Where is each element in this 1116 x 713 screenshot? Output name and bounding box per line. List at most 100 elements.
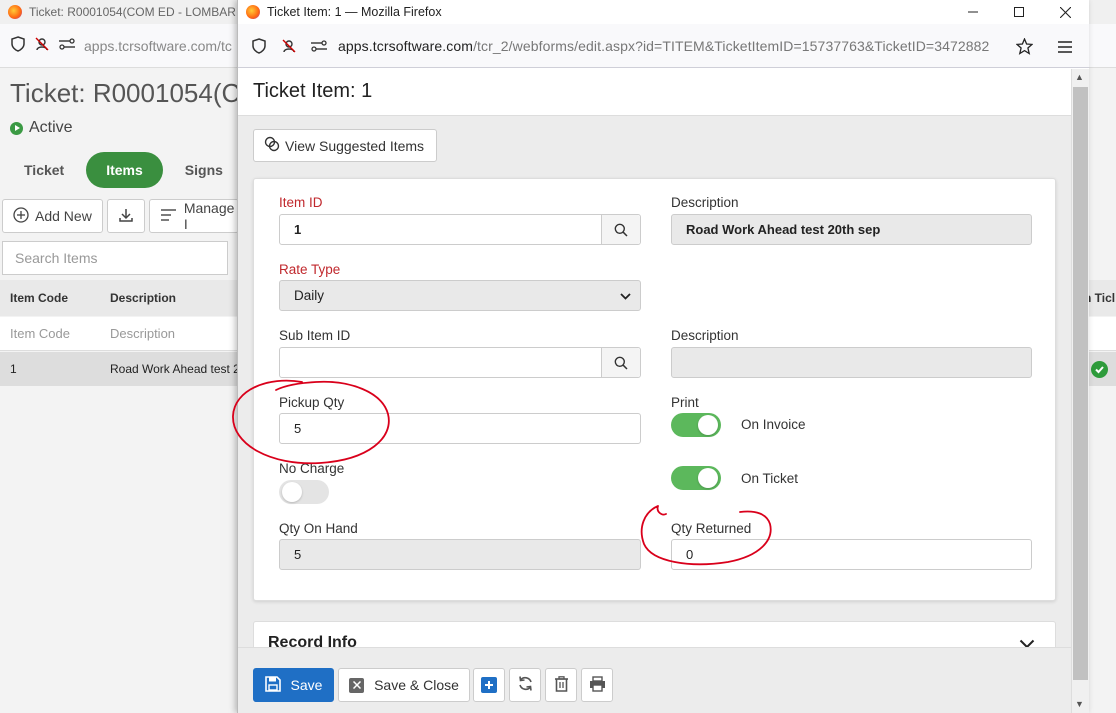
qty-returned-field[interactable]: 0	[671, 539, 1032, 570]
scroll-down-icon[interactable]: ▼	[1075, 699, 1084, 709]
minimize-icon	[968, 11, 978, 13]
manage-button[interactable]: Manage I	[148, 199, 239, 233]
chevron-down-icon	[620, 281, 631, 310]
delete-button[interactable]	[545, 668, 577, 702]
vertical-scrollbar[interactable]: ▲ ▼	[1071, 69, 1089, 713]
scroll-up-icon[interactable]: ▲	[1075, 72, 1084, 82]
item-details-card: Item ID 1 Description Road Work Ahead te…	[253, 178, 1056, 601]
shield-icon[interactable]	[244, 37, 274, 54]
bookmark-star-icon[interactable]	[1015, 37, 1034, 58]
print-button[interactable]	[581, 668, 613, 702]
shield-icon	[10, 36, 26, 55]
col-header-item-code[interactable]: Item Code	[10, 291, 68, 305]
close-icon	[1059, 6, 1071, 18]
rate-type-label: Rate Type	[279, 262, 341, 277]
save-button[interactable]: Save	[253, 668, 334, 702]
row-description: Road Work Ahead test 2	[110, 362, 240, 376]
manage-label: Manage I	[183, 200, 235, 232]
pickup-qty-field[interactable]: 5	[279, 413, 641, 444]
maximize-button[interactable]	[996, 0, 1042, 24]
plus-circle-icon	[13, 206, 29, 226]
qty-on-hand-label: Qty On Hand	[279, 521, 358, 536]
col-header-description[interactable]: Description	[110, 291, 176, 305]
toggle-knob	[698, 415, 718, 435]
qty-on-hand-field[interactable]: 5	[279, 539, 641, 570]
refresh-button[interactable]	[509, 668, 541, 702]
search-items-input[interactable]: Search Items	[2, 241, 228, 275]
view-suggested-items-label: View Suggested Items	[285, 137, 425, 154]
row-item-code: 1	[10, 362, 17, 376]
list-settings-icon	[160, 208, 178, 225]
close-box-icon	[349, 677, 365, 693]
close-button[interactable]	[1042, 0, 1088, 24]
window-titlebar: Ticket Item: 1 — Mozilla Firefox	[238, 0, 1089, 24]
chevron-down-icon[interactable]	[1019, 636, 1035, 647]
search-icon	[614, 356, 628, 370]
sub-item-id-field[interactable]	[279, 347, 641, 378]
no-charge-toggle[interactable]	[279, 480, 329, 504]
on-ticket-label: On Ticket	[741, 471, 799, 486]
firefox-icon	[8, 5, 22, 19]
ticket-item-window: Ticket Item: 1 — Mozilla Firefox apps.tc…	[237, 0, 1089, 713]
sub-item-id-label: Sub Item ID	[279, 328, 351, 343]
pickup-qty-label: Pickup Qty	[279, 395, 345, 410]
add-new-item-button[interactable]	[473, 668, 505, 702]
sub-item-id-search-button[interactable]	[601, 348, 640, 377]
view-suggested-items-button[interactable]: View Suggested Items	[253, 129, 438, 162]
tab-items[interactable]: Items	[86, 152, 163, 188]
on-invoice-toggle[interactable]	[671, 413, 721, 437]
status-indicator: Active	[10, 119, 73, 137]
form-content: Ticket Item: 1 View Suggested Items Item…	[238, 69, 1071, 647]
add-new-label: Add New	[35, 208, 92, 224]
background-tabs: Ticket Items Signs	[0, 152, 245, 188]
url-bar: apps.tcrsoftware.com/tcr_2/webforms/edit…	[238, 24, 1089, 68]
record-info-panel[interactable]: Record Info	[253, 621, 1056, 647]
window-title: Ticket Item: 1 — Mozilla Firefox	[267, 5, 442, 19]
scrollbar-thumb[interactable]	[1073, 87, 1088, 680]
tab-ticket[interactable]: Ticket	[0, 152, 86, 188]
item-id-search-button[interactable]	[601, 215, 640, 244]
item-id-label: Item ID	[279, 195, 323, 210]
check-circle-icon	[1091, 361, 1108, 378]
no-tracking-icon[interactable]	[274, 38, 304, 54]
plus-square-icon	[481, 677, 497, 693]
sub-description-field[interactable]	[671, 347, 1032, 378]
permissions-icon	[58, 37, 76, 54]
menu-hamburger-icon[interactable]	[1058, 40, 1072, 56]
tab-signs[interactable]: Signs	[163, 152, 245, 188]
background-toolbar: Add New Manage I	[0, 199, 239, 233]
url-text[interactable]: apps.tcrsoftware.com/tcr_2/webforms/edit…	[338, 38, 989, 54]
filter-description[interactable]: Description	[110, 326, 175, 341]
record-info-title: Record Info	[268, 634, 357, 647]
form-footer: Save Save & Close	[238, 647, 1071, 713]
no-charge-label: No Charge	[279, 461, 345, 476]
toggle-knob	[698, 468, 718, 488]
download-button[interactable]	[106, 199, 145, 233]
url-path: /tcr_2/webforms/edit.aspx?id=TITEM&Ticke…	[473, 37, 990, 54]
background-url[interactable]: apps.tcrsoftware.com/tc	[84, 38, 232, 54]
background-page-title: Ticket: R0001054(C	[10, 78, 241, 108]
item-id-field[interactable]: 1	[279, 214, 641, 245]
page-title: Ticket Item: 1	[238, 69, 1071, 116]
no-tracking-icon	[34, 36, 50, 55]
download-icon	[118, 207, 134, 226]
toggle-knob	[282, 482, 302, 502]
rate-type-select[interactable]: Daily	[279, 280, 641, 311]
save-close-button[interactable]: Save & Close	[338, 668, 470, 702]
filter-item-code[interactable]: Item Code	[10, 326, 70, 341]
minimize-button[interactable]	[950, 0, 996, 24]
description-field[interactable]: Road Work Ahead test 20th sep	[671, 214, 1032, 245]
add-new-button[interactable]: Add New	[2, 199, 103, 233]
on-invoice-label: On Invoice	[741, 417, 806, 432]
save-label: Save	[290, 677, 323, 693]
link-circles-icon	[264, 136, 280, 155]
status-label: Active	[29, 119, 73, 136]
permissions-icon[interactable]	[304, 39, 334, 53]
refresh-icon	[517, 675, 534, 695]
printer-icon	[589, 675, 606, 695]
search-icon	[614, 223, 628, 237]
firefox-icon	[246, 5, 260, 19]
on-ticket-toggle[interactable]	[671, 466, 721, 490]
background-tab-title[interactable]: Ticket: R0001054(COM ED - LOMBARD)	[29, 5, 249, 19]
save-close-label: Save & Close	[374, 677, 459, 693]
